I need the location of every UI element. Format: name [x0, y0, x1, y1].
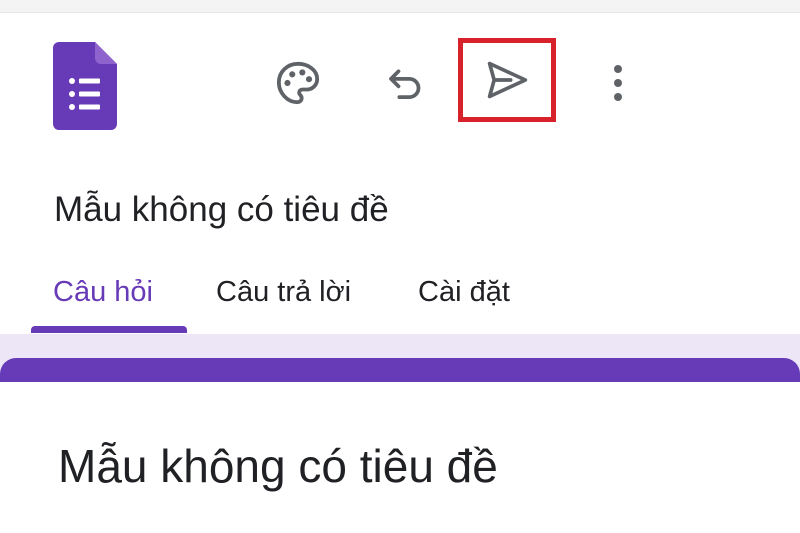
- send-icon: [487, 61, 528, 99]
- form-title[interactable]: Mẫu không có tiêu đề: [54, 188, 389, 232]
- card-accent-bar: [0, 358, 800, 382]
- tab-responses[interactable]: Câu trả lời: [216, 272, 351, 312]
- undo-icon: [389, 69, 421, 100]
- palette-button[interactable]: [272, 57, 324, 109]
- tab-bar: Câu hỏi Câu trả lời Cài đặt: [0, 262, 800, 334]
- more-options-button[interactable]: [602, 57, 634, 109]
- send-button[interactable]: [458, 38, 556, 122]
- tab-questions[interactable]: Câu hỏi: [53, 272, 153, 312]
- google-forms-logo-icon: [53, 42, 117, 130]
- card-form-title[interactable]: Mẫu không có tiêu đề: [58, 438, 498, 494]
- form-header-card: Mẫu không có tiêu đề: [0, 358, 800, 533]
- undo-button[interactable]: [380, 57, 432, 109]
- more-vert-icon: [614, 65, 622, 101]
- tab-settings[interactable]: Cài đặt: [418, 272, 510, 312]
- active-tab-indicator: [31, 326, 187, 333]
- palette-icon: [276, 61, 320, 105]
- status-bar-edge: [0, 0, 800, 13]
